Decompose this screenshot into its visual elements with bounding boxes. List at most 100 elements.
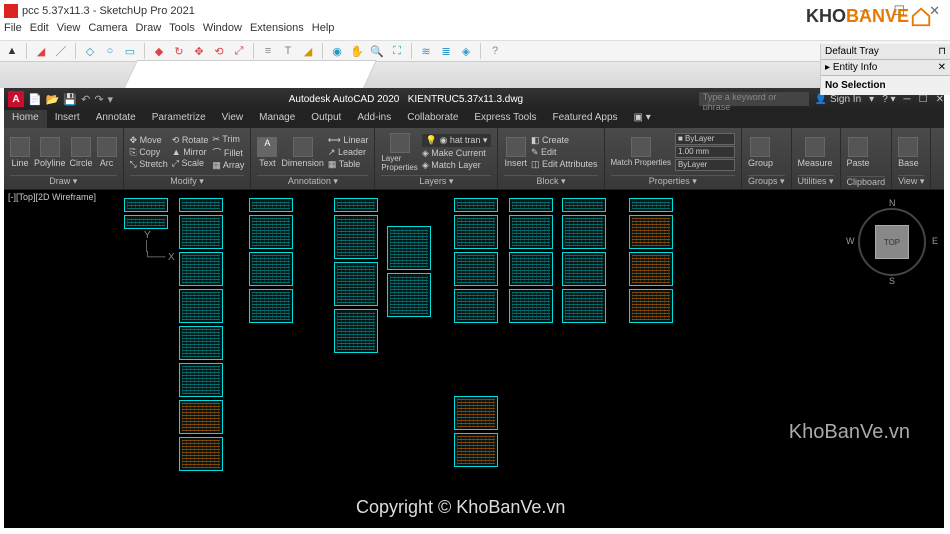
layer-dropdown[interactable]: 💡 ◉ hat tran ▾ — [422, 134, 492, 147]
group-button[interactable]: Group — [748, 137, 773, 168]
drawing-sheet[interactable] — [454, 252, 498, 286]
create-button[interactable]: ◧ Create — [531, 135, 598, 146]
lineweight-dropdown[interactable]: 1.00 mm — [675, 146, 735, 158]
match-layer-button[interactable]: ◈ Match Layer — [422, 160, 492, 171]
styles-tool-icon[interactable]: ◈ — [458, 43, 474, 59]
circle-tool-icon[interactable]: ○ — [102, 43, 118, 59]
help-search-input[interactable]: Type a keyword or phrase — [699, 92, 809, 106]
eraser-tool-icon[interactable]: ◢ — [33, 43, 49, 59]
tab-expresstools[interactable]: Express Tools — [466, 110, 544, 128]
menu-tools[interactable]: Tools — [169, 22, 195, 40]
trim-button[interactable]: ✂ Trim — [212, 134, 244, 145]
color-dropdown[interactable]: ■ ByLayer — [675, 133, 735, 145]
tab-view[interactable]: View — [214, 110, 252, 128]
qat-redo-icon[interactable]: ↷ — [94, 93, 103, 106]
drawing-sheet[interactable] — [562, 198, 606, 212]
drawing-sheet[interactable] — [334, 198, 378, 212]
move-tool-icon[interactable]: ✥ — [191, 43, 207, 59]
menu-draw[interactable]: Draw — [135, 22, 161, 40]
drawing-sheet[interactable] — [179, 215, 223, 249]
rectangle-tool-icon[interactable]: ◇ — [82, 43, 98, 59]
qat-open-icon[interactable]: 📂 — [46, 93, 60, 106]
qat-new-icon[interactable]: 📄 — [28, 93, 42, 106]
paint-tool-icon[interactable]: ◢ — [300, 43, 316, 59]
acad-minimize-button[interactable]: ─ — [904, 94, 911, 105]
tape-tool-icon[interactable]: ≡ — [260, 43, 276, 59]
drawing-sheet[interactable] — [179, 326, 223, 360]
section-tool-icon[interactable]: ≋ — [418, 43, 434, 59]
stretch-button[interactable]: ⤡ Stretch — [130, 159, 168, 170]
orbit-tool-icon[interactable]: ◉ — [329, 43, 345, 59]
scale-tool-icon[interactable]: ⤢ — [231, 43, 247, 59]
qat-undo-icon[interactable]: ↶ — [81, 93, 90, 106]
drawing-sheet[interactable] — [629, 289, 673, 323]
menu-window[interactable]: Window — [203, 22, 242, 40]
sketchup-viewport[interactable] — [0, 62, 950, 88]
tray-title[interactable]: Default Tray⊓ — [821, 44, 950, 60]
layer-properties-button[interactable]: LayerProperties — [381, 133, 417, 172]
menu-view[interactable]: View — [57, 22, 81, 40]
drawing-sheet[interactable] — [179, 363, 223, 397]
linetype-dropdown[interactable]: ByLayer — [675, 159, 735, 171]
mirror-button[interactable]: ▲ Mirror — [172, 147, 209, 157]
zoom-tool-icon[interactable]: 🔍 — [369, 43, 385, 59]
viewport-label[interactable]: [-][Top][2D Wireframe] — [8, 192, 96, 202]
drawing-sheet[interactable] — [454, 396, 498, 430]
drawing-sheet[interactable] — [509, 215, 553, 249]
match-properties-button[interactable]: Match Properties — [611, 137, 671, 167]
tab-featuredapps[interactable]: Featured Apps — [544, 110, 625, 128]
drawing-sheet[interactable] — [179, 400, 223, 434]
viewcube[interactable]: TOP N S W E — [852, 202, 932, 282]
menu-help[interactable]: Help — [312, 22, 335, 40]
edit-attr-button[interactable]: ◫ Edit Attributes — [531, 159, 598, 170]
menu-file[interactable]: File — [4, 22, 22, 40]
measure-button[interactable]: Measure — [798, 137, 833, 168]
drawing-sheet[interactable] — [334, 215, 378, 259]
make-current-button[interactable]: ◈ Make Current — [422, 148, 492, 159]
help-icon[interactable]: ? ▾ — [882, 94, 895, 105]
zoom-extents-icon[interactable]: ⛶ — [389, 43, 405, 59]
drawing-sheet[interactable] — [454, 215, 498, 249]
edit-button[interactable]: ✎ Edit — [531, 147, 598, 158]
base-button[interactable]: Base — [898, 137, 919, 168]
drawing-sheet[interactable] — [629, 215, 673, 249]
drawing-sheet[interactable] — [124, 198, 168, 212]
circle-button[interactable]: Circle — [70, 137, 93, 168]
tab-parametrize[interactable]: Parametrize — [144, 110, 214, 128]
drawing-sheet[interactable] — [629, 198, 673, 212]
menu-camera[interactable]: Camera — [88, 22, 127, 40]
polyline-button[interactable]: Polyline — [34, 137, 66, 168]
drawing-sheet[interactable] — [509, 252, 553, 286]
drawing-sheet[interactable] — [509, 289, 553, 323]
drawing-sheet[interactable] — [179, 289, 223, 323]
paste-button[interactable]: Paste — [847, 137, 870, 168]
signin-button[interactable]: 👤 Sign In — [815, 94, 861, 105]
drawing-sheet[interactable] — [334, 309, 378, 353]
table-button[interactable]: ▦ Table — [328, 159, 368, 170]
drawing-sheet[interactable] — [249, 289, 293, 323]
autocad-modelspace[interactable]: [-][Top][2D Wireframe] Y│└── X — [4, 190, 944, 528]
tab-home[interactable]: Home — [4, 110, 47, 128]
drawing-sheet[interactable] — [249, 198, 293, 212]
autocad-app-icon[interactable]: A — [8, 91, 24, 107]
pan-tool-icon[interactable]: ✋ — [349, 43, 365, 59]
leader-button[interactable]: ↗ Leader — [328, 147, 368, 158]
copy-button[interactable]: ⎘ Copy — [130, 147, 168, 158]
select-tool-icon[interactable]: ▲ — [4, 43, 20, 59]
insert-button[interactable]: Insert — [504, 137, 527, 168]
drawing-sheet[interactable] — [249, 252, 293, 286]
drawing-sheet[interactable] — [454, 198, 498, 212]
tab-collaborate[interactable]: Collaborate — [399, 110, 466, 128]
drawing-sheet[interactable] — [179, 252, 223, 286]
ribbon-collapse-icon[interactable]: ▣ ▾ — [626, 110, 659, 128]
line-tool-icon[interactable]: ／ — [53, 43, 69, 59]
line-button[interactable]: Line — [10, 137, 30, 168]
tab-output[interactable]: Output — [303, 110, 349, 128]
array-button[interactable]: ▦ Array — [212, 160, 244, 171]
drawing-sheet[interactable] — [124, 215, 168, 229]
pushpull-tool-icon[interactable]: ◆ — [151, 43, 167, 59]
drawing-sheet[interactable] — [454, 289, 498, 323]
drawing-sheet[interactable] — [509, 198, 553, 212]
drawing-sheet[interactable] — [454, 433, 498, 467]
arc-button[interactable]: Arc — [97, 137, 117, 168]
